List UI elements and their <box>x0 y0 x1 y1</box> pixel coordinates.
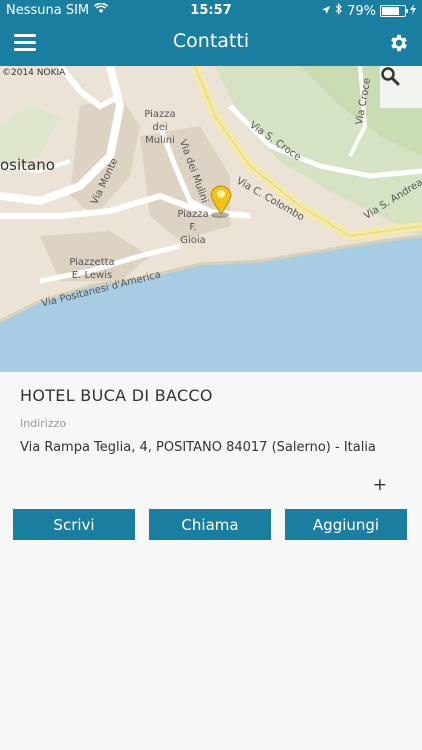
status-right: 79% <box>321 3 416 19</box>
status-bar: Nessuna SIM 15:57 79% <box>0 0 422 22</box>
map-credit: ©2014 NOKIA <box>2 68 66 78</box>
location-arrow-icon <box>321 4 331 19</box>
address-label: Indirizzo <box>20 417 67 430</box>
write-button[interactable]: Scrivi <box>13 509 135 540</box>
battery-percent: 79% <box>347 3 376 19</box>
hotel-name: HOTEL BUCA DI BACCO <box>20 386 213 405</box>
charging-icon <box>410 3 416 19</box>
map-zoom-button[interactable] <box>380 66 422 108</box>
title-bar: Contatti <box>0 22 422 66</box>
map-label-piazza-dei-mulini: Piazza dei Mulini <box>144 109 176 146</box>
call-button[interactable]: Chiama <box>149 509 271 540</box>
address-value: Via Rampa Teglia, 4, POSITANO 84017 (Sal… <box>20 440 376 455</box>
page-title: Contatti <box>172 30 250 52</box>
battery-icon <box>380 5 408 17</box>
map-view[interactable]: ©2014 NOKIA ositano Piazza dei Mulini Vi… <box>0 66 422 372</box>
map-label-positano: ositano <box>0 156 55 174</box>
add-more-button[interactable]: + <box>373 475 387 495</box>
gear-icon <box>391 34 407 52</box>
map-label-piazza-f-gioia: Piazza F. Gioia <box>177 209 209 246</box>
app-header: Nessuna SIM 15:57 79% Contatti <box>0 0 422 66</box>
bluetooth-icon <box>335 3 343 19</box>
search-icon <box>381 67 400 86</box>
settings-button[interactable] <box>388 32 410 54</box>
add-contact-button[interactable]: Aggiungi <box>285 509 407 540</box>
map-label-piazzetta-e-lewis: Piazzetta E. Lewis <box>69 257 115 281</box>
